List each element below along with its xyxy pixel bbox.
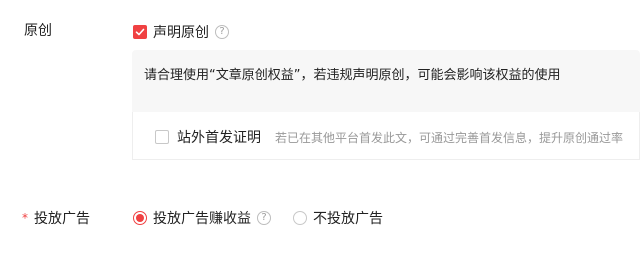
ads-label: 投放广告 (34, 211, 90, 227)
first-publish-card: 站外首发证明 若已在其他平台首发此文，可通过完善首发信息，提升原创通过率 (132, 112, 640, 160)
publish-settings-form: 原创 声明原创 ? 请合理使用“文章原创权益”，若违规声明原创，可能会影响该权益… (0, 0, 640, 256)
ads-option-enable[interactable]: 投放广告赚收益 ? (133, 208, 271, 228)
question-circle-icon[interactable]: ? (215, 25, 229, 39)
required-mark: * (22, 211, 28, 225)
first-publish-label[interactable]: 站外首发证明 (177, 127, 261, 147)
original-row-label: 原创 (24, 23, 52, 39)
question-circle-icon[interactable]: ? (257, 211, 271, 225)
declare-original-checkbox[interactable] (133, 25, 147, 39)
original-info-panel: 请合理使用“文章原创权益”，若违规声明原创，可能会影响该权益的使用 站外首发证明… (132, 50, 640, 160)
ads-enable-radio[interactable] (133, 211, 147, 225)
checkmark-icon (135, 28, 145, 36)
declare-original-label[interactable]: 声明原创 (153, 22, 209, 42)
ads-disable-radio[interactable] (293, 211, 307, 225)
ads-option-disable[interactable]: 不投放广告 (293, 208, 383, 228)
ads-row-label: * 投放广告 (22, 208, 90, 228)
original-rights-notice: 请合理使用“文章原创权益”，若违规声明原创，可能会影响该权益的使用 (144, 68, 561, 83)
declare-original-option[interactable]: 声明原创 ? (133, 22, 229, 42)
ads-disable-label[interactable]: 不投放广告 (313, 208, 383, 228)
first-publish-checkbox[interactable] (155, 130, 169, 144)
first-publish-option[interactable]: 站外首发证明 若已在其他平台首发此文，可通过完善首发信息，提升原创通过率 (155, 127, 623, 147)
ads-enable-label[interactable]: 投放广告赚收益 (153, 208, 251, 228)
ads-radio-group: 投放广告赚收益 ? 不投放广告 (133, 208, 383, 228)
first-publish-hint: 若已在其他平台首发此文，可通过完善首发信息，提升原创通过率 (275, 130, 624, 145)
